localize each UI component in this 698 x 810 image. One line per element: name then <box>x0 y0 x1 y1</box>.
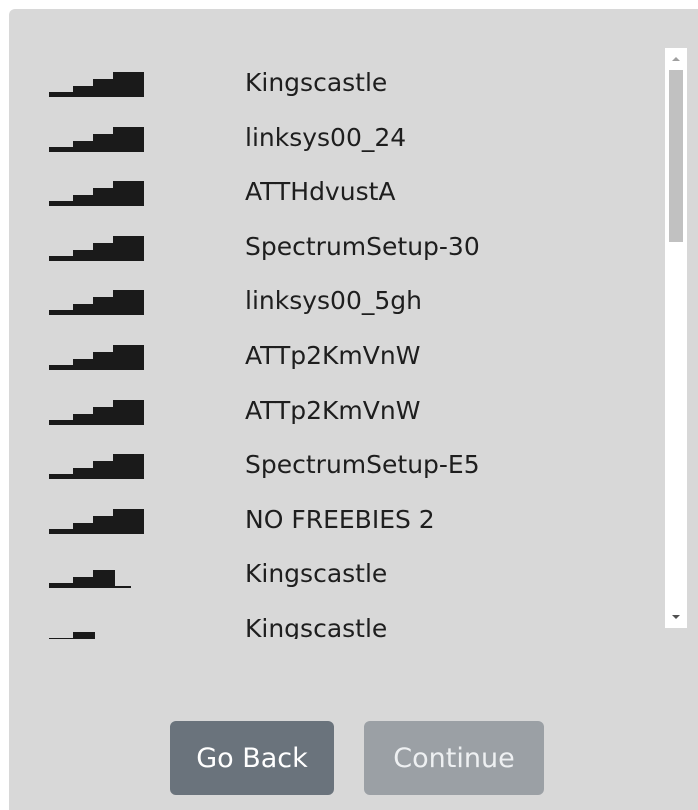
network-list-item[interactable]: linksys00_5gh <box>9 274 665 328</box>
scrollbar-thumb[interactable] <box>669 70 683 242</box>
scroll-up-arrow-icon[interactable] <box>665 48 687 70</box>
wifi-signal-strength-icon <box>49 62 145 102</box>
network-list-scrollbar[interactable] <box>665 48 687 628</box>
network-list[interactable]: Kingscastle linksys00_24 ATTHdvustA Spectru… <box>9 49 665 639</box>
wifi-signal-strength-icon <box>49 280 145 320</box>
network-list-item[interactable]: Kingscastle <box>9 56 665 110</box>
wifi-network-panel: Kingscastle linksys00_24 ATTHdvustA Spectru… <box>9 9 698 810</box>
network-list-item[interactable]: NO FREEBIES 2 <box>9 493 665 547</box>
network-list-item[interactable]: ATTp2KmVnW <box>9 384 665 438</box>
network-name: Kingscastle <box>245 559 388 589</box>
wifi-signal-strength-icon <box>49 608 145 639</box>
network-list-item[interactable]: Kingscastle <box>9 547 665 601</box>
network-list-item[interactable]: Kingscastle <box>9 602 665 639</box>
wifi-signal-strength-icon <box>49 171 145 211</box>
network-name: SpectrumSetup-E5 <box>245 450 480 480</box>
network-list-item[interactable]: ATTHdvustA <box>9 165 665 219</box>
network-name: Kingscastle <box>245 68 388 97</box>
scroll-down-arrow-icon[interactable] <box>665 606 687 628</box>
wifi-signal-strength-icon <box>49 226 145 266</box>
go-back-button[interactable]: Go Back <box>170 721 334 795</box>
network-list-item[interactable]: SpectrumSetup-E5 <box>9 438 665 492</box>
network-name: linksys00_5gh <box>245 286 422 316</box>
wifi-signal-strength-icon <box>49 390 145 430</box>
network-name: linksys00_24 <box>245 122 407 152</box>
wifi-signal-strength-icon <box>49 499 145 539</box>
network-list-item[interactable]: SpectrumSetup-30 <box>9 220 665 274</box>
wifi-signal-strength-icon <box>49 553 145 593</box>
network-name: SpectrumSetup-30 <box>245 231 480 261</box>
network-list-item[interactable]: ATTp2KmVnW <box>9 329 665 383</box>
network-name: ATTp2KmVnW <box>245 341 421 370</box>
continue-button[interactable]: Continue <box>364 721 544 795</box>
network-name: ATTp2KmVnW <box>245 395 421 425</box>
wifi-signal-strength-icon <box>49 444 145 484</box>
network-name: ATTHdvustA <box>245 177 396 207</box>
wifi-signal-strength-icon <box>49 335 145 375</box>
network-name: Kingscastle <box>245 614 388 639</box>
network-list-item[interactable]: linksys00_24 <box>9 111 665 165</box>
wifi-signal-strength-icon <box>49 117 145 157</box>
network-name: NO FREEBIES 2 <box>245 504 435 534</box>
